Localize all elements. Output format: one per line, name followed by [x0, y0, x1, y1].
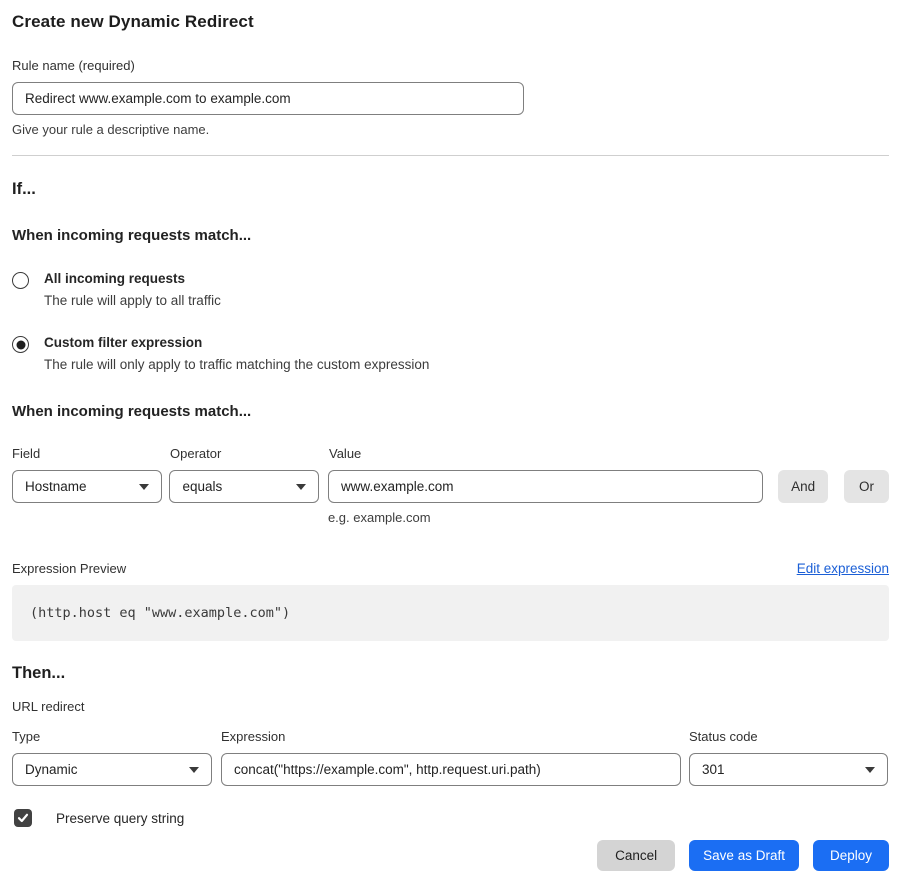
builder-heading: When incoming requests match...	[12, 403, 889, 420]
redirect-expression-input[interactable]	[221, 753, 681, 786]
radio-option-custom-expression[interactable]: Custom filter expression The rule will o…	[12, 335, 889, 372]
expression-preview-code: (http.host eq "www.example.com")	[12, 585, 889, 641]
radio-all-requests-label: All incoming requests	[44, 271, 221, 286]
expression-label: Expression	[221, 729, 681, 744]
rule-name-input[interactable]	[12, 82, 524, 115]
radio-custom-expression-label: Custom filter expression	[44, 335, 429, 350]
radio-checked-icon[interactable]	[12, 336, 29, 353]
if-heading: If...	[12, 180, 889, 199]
save-as-draft-button[interactable]: Save as Draft	[689, 840, 799, 871]
chevron-down-icon	[296, 484, 306, 490]
checkbox-checked-icon[interactable]	[14, 809, 32, 827]
rule-name-label: Rule name (required)	[12, 58, 889, 73]
value-label: Value	[329, 446, 766, 461]
create-redirect-form: Create new Dynamic Redirect Rule name (r…	[0, 0, 907, 871]
operator-select-value: equals	[182, 479, 222, 494]
status-code-label: Status code	[689, 729, 888, 744]
rule-name-help: Give your rule a descriptive name.	[12, 122, 889, 137]
radio-unchecked-icon[interactable]	[12, 272, 29, 289]
status-code-select-value: 301	[702, 762, 725, 777]
then-heading: Then...	[12, 664, 889, 683]
edit-expression-link[interactable]: Edit expression	[797, 561, 889, 576]
field-select[interactable]: Hostname	[12, 470, 162, 503]
value-input[interactable]	[328, 470, 763, 503]
operator-label: Operator	[170, 446, 320, 461]
radio-custom-expression-description: The rule will only apply to traffic matc…	[44, 357, 429, 372]
page-title: Create new Dynamic Redirect	[12, 12, 889, 32]
checkmark-icon	[17, 812, 29, 824]
chevron-down-icon	[865, 767, 875, 773]
url-redirect-label: URL redirect	[12, 699, 889, 714]
deploy-button[interactable]: Deploy	[813, 840, 889, 871]
status-code-select[interactable]: 301	[689, 753, 888, 786]
cancel-button[interactable]: Cancel	[597, 840, 675, 871]
or-button[interactable]: Or	[844, 470, 889, 503]
field-label: Field	[12, 446, 163, 461]
operator-select[interactable]: equals	[169, 470, 318, 503]
type-select-value: Dynamic	[25, 762, 78, 777]
type-label: Type	[12, 729, 212, 744]
section-divider	[12, 155, 889, 156]
preserve-query-option[interactable]: Preserve query string	[12, 809, 889, 827]
radio-option-all-requests[interactable]: All incoming requests The rule will appl…	[12, 271, 889, 308]
field-select-value: Hostname	[25, 479, 87, 494]
value-hint: e.g. example.com	[328, 510, 763, 525]
type-select[interactable]: Dynamic	[12, 753, 212, 786]
chevron-down-icon	[189, 767, 199, 773]
expression-preview-label: Expression Preview	[12, 561, 126, 576]
and-button[interactable]: And	[778, 470, 828, 503]
match-heading: When incoming requests match...	[12, 227, 889, 244]
preserve-query-label: Preserve query string	[56, 811, 184, 826]
radio-all-requests-description: The rule will apply to all traffic	[44, 293, 221, 308]
chevron-down-icon	[139, 484, 149, 490]
